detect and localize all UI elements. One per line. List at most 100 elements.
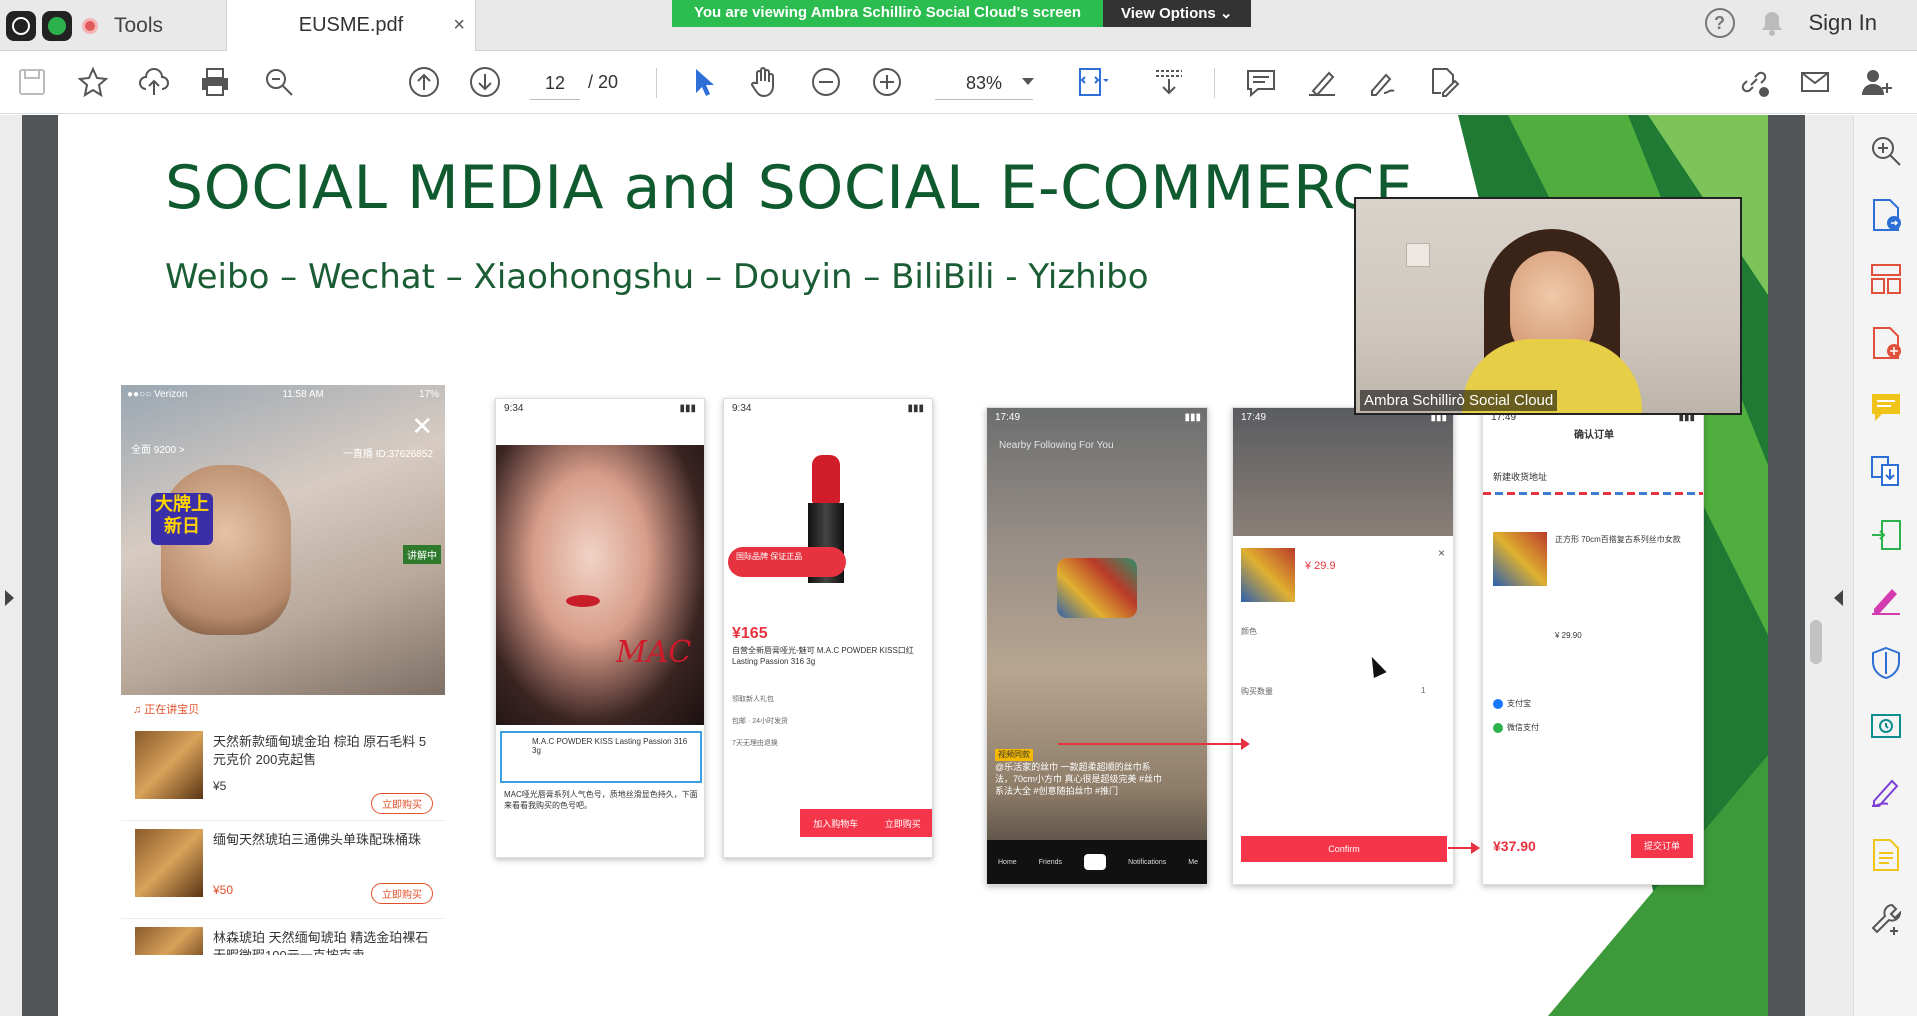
security-shield-icon[interactable] — [42, 10, 72, 41]
order-header: 确认订单 — [1574, 430, 1614, 441]
email-icon[interactable] — [1797, 64, 1833, 100]
address-label: 新建收货地址 — [1493, 472, 1548, 482]
product-image: 国际品牌 保证正品 — [724, 419, 932, 619]
zoom-in-icon[interactable] — [869, 64, 905, 100]
notifications-bell-icon[interactable] — [1761, 10, 1783, 36]
tab-document[interactable]: EUSME.pdf × — [226, 0, 476, 51]
left-panel-collapsed[interactable] — [0, 115, 22, 1016]
tab-document-label: EUSME.pdf — [298, 14, 404, 36]
comment-icon[interactable] — [1868, 389, 1904, 425]
address-divider — [1483, 492, 1703, 495]
zoom-search-icon[interactable] — [1868, 133, 1904, 169]
page-total: / 20 — [588, 72, 619, 92]
add-to-cart-button: 加入购物车 — [813, 818, 859, 829]
scroll-mode-icon[interactable] — [1151, 64, 1187, 100]
shop-tag: 视频同款 — [995, 749, 1033, 761]
slide-title: SOCIAL MEDIA and SOCIAL E-COMMERCE — [165, 153, 1414, 223]
video-frame-dimmed: 17:49 ▮▮▮ — [1233, 408, 1453, 536]
info-icon[interactable] — [6, 10, 36, 41]
print-icon[interactable] — [197, 64, 233, 100]
save-icon[interactable] — [14, 64, 50, 100]
time-label: 9:34 — [732, 403, 752, 414]
toolbar-divider — [1214, 68, 1215, 98]
scrollbar-thumb[interactable] — [1810, 620, 1822, 664]
share-link-icon[interactable] — [1736, 64, 1772, 100]
tab-tools-label[interactable]: Tools — [114, 14, 163, 38]
recording-icon — [82, 17, 98, 34]
sign-in-button[interactable]: Sign In — [1809, 10, 1878, 36]
tools-wrench-icon[interactable] — [1868, 901, 1904, 937]
search-zoom-icon[interactable] — [261, 64, 297, 100]
product-sheet: ¥ 29.9 × 颜色 购买数量 1 Confirm — [1233, 536, 1453, 884]
post-photo: MAC — [496, 445, 704, 725]
bookmark-star-icon[interactable] — [75, 64, 111, 100]
tools-rail — [1853, 115, 1917, 1016]
create-plus-icon — [1084, 854, 1107, 870]
product-price: ¥ 29.9 — [1305, 560, 1336, 572]
carrier-label: ●●○○ Verizon — [127, 389, 188, 400]
fill-sign-icon[interactable] — [1868, 581, 1904, 617]
view-options-button[interactable]: View Options ⌄ — [1103, 0, 1251, 27]
vertical-scrollbar[interactable] — [1805, 115, 1853, 1016]
more-docs-icon[interactable] — [1868, 837, 1904, 873]
close-tab-icon[interactable]: × — [453, 14, 465, 37]
video-caption: 视频同款 @乐活家的丝巾 一款超柔超顺的丝巾系法，70cm小方巾 真心很是超级完… — [995, 748, 1165, 797]
edit-icon[interactable] — [1426, 64, 1462, 100]
screen-share-message: You are viewing Ambra Schillirò Social C… — [672, 0, 1104, 27]
streamer-id: 一直播 ID:37626852 — [342, 449, 433, 460]
video-frame — [987, 408, 1207, 884]
promo-badge: 国际品牌 保证正品 — [728, 547, 846, 577]
highlight-icon[interactable] — [1304, 64, 1340, 100]
quantity-value: 1 — [1421, 686, 1426, 695]
participant-video[interactable]: Ambra Schillirò Social Cloud — [1354, 197, 1742, 415]
zoom-out-icon[interactable] — [808, 64, 844, 100]
organize-pages-icon[interactable] — [1868, 261, 1904, 297]
product-thumbnail — [135, 927, 203, 955]
caption-text: @乐活家的丝巾 一款超柔超顺的丝巾系法，70cm小方巾 真心很是超级完美 #丝巾… — [995, 762, 1163, 796]
brand-handwriting: MAC — [616, 635, 692, 670]
pen-icon[interactable] — [1868, 773, 1904, 809]
info-row: 领取新人礼包 — [732, 696, 774, 703]
page-down-icon[interactable] — [467, 64, 503, 100]
nav-notifications: Notifications — [1128, 858, 1167, 866]
combine-files-icon[interactable] — [1868, 453, 1904, 489]
nav-friends: Friends — [1038, 858, 1063, 866]
sign-icon[interactable] — [1365, 64, 1401, 100]
page-number-input[interactable]: 12 — [530, 66, 580, 100]
product-title: 自营全新唇膏哑光-魅可 M.A.C POWDER KISS口红 Lasting … — [732, 646, 914, 666]
time-label: 17:49 — [995, 412, 1021, 423]
comment-icon[interactable] — [1243, 64, 1279, 100]
fit-page-icon[interactable] — [1073, 64, 1109, 100]
list-item: 林森琥珀 天然缅甸琥珀 精选金珀裸石无暇微瑕100元一克按克卖 — [121, 919, 445, 955]
help-icon[interactable]: ? — [1704, 8, 1735, 38]
hand-tool-icon[interactable] — [746, 64, 782, 100]
chevron-down-icon[interactable] — [1022, 78, 1034, 85]
select-cursor-icon[interactable] — [685, 64, 721, 100]
status-bar: 9:34 ▮▮▮ — [504, 403, 696, 414]
product-thumbnail — [135, 731, 203, 799]
close-icon: × — [1437, 546, 1445, 560]
lipstick-mark — [566, 595, 600, 607]
upload-icon[interactable] — [136, 64, 172, 100]
page-up-icon[interactable] — [406, 64, 442, 100]
zoom-level-select[interactable]: 83% — [935, 66, 1033, 100]
tab-home[interactable]: Tools — [0, 0, 226, 51]
compress-icon[interactable] — [1868, 517, 1904, 553]
product-price: ¥5 — [213, 779, 227, 793]
collapse-right-panel-icon[interactable] — [1834, 590, 1843, 606]
confirm-button: Confirm — [1241, 836, 1447, 862]
slide-subtitle: Weibo – Wechat – Xiaohongshu – Douyin – … — [165, 257, 1149, 297]
info-row: 包邮 · 24小时发货 — [732, 718, 789, 725]
send-review-icon[interactable] — [1868, 709, 1904, 745]
protect-icon[interactable] — [1868, 645, 1904, 681]
add-user-icon[interactable] — [1858, 64, 1894, 100]
post-caption: MAC哑光唇膏系列人气色号，质地丝滑显色持久，下面来看看我购买的色号吧。 — [504, 790, 698, 810]
silk-scarf — [1057, 558, 1137, 618]
export-pdf-icon[interactable] — [1868, 197, 1904, 233]
create-pdf-icon[interactable] — [1868, 325, 1904, 361]
nav-home: Home — [998, 858, 1017, 866]
payment-wechat: 微信支付 — [1493, 722, 1539, 733]
product-thumbnail — [1493, 532, 1547, 586]
expand-left-panel-icon[interactable] — [5, 590, 14, 606]
close-icon: ✕ — [411, 411, 433, 441]
